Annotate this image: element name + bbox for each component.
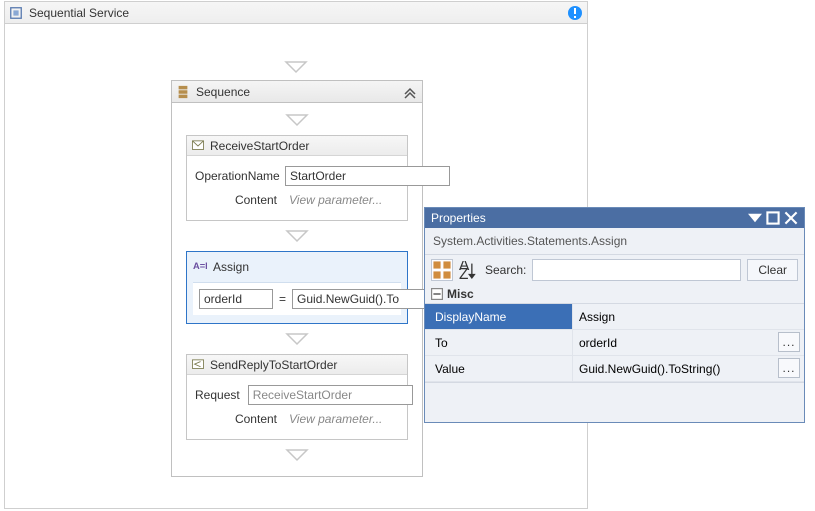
collapse-icon[interactable] [402, 84, 418, 100]
prop-row-to[interactable]: To orderId ... [425, 330, 804, 356]
operationname-input[interactable] [285, 166, 450, 186]
content-label: Content [195, 412, 285, 426]
sequential-service-title: Sequential Service [29, 6, 567, 20]
assign-to-input[interactable] [199, 289, 273, 309]
prop-row-value[interactable]: Value Guid.NewGuid().ToString() ... [425, 356, 804, 382]
sequence-activity[interactable]: Sequence ReceiveStartOrder [171, 80, 423, 477]
categorized-button[interactable] [431, 259, 453, 281]
assign-activity[interactable]: A=B Assign = [186, 251, 408, 324]
validation-warning-icon[interactable] [567, 5, 583, 21]
drop-indicator [182, 332, 412, 346]
search-input[interactable] [532, 259, 741, 281]
view-parameter-link[interactable]: View parameter... [285, 190, 399, 210]
search-label: Search: [485, 263, 526, 277]
category-row-misc[interactable]: Misc [425, 285, 804, 303]
operationname-label: OperationName [195, 169, 285, 183]
content-label: Content [195, 193, 285, 207]
prop-value[interactable]: Guid.NewGuid().ToString() [579, 362, 720, 376]
category-label: Misc [447, 287, 474, 301]
properties-grid: DisplayName Assign To orderId ... Value … [425, 303, 804, 382]
assign-icon: A=B [193, 261, 207, 273]
drop-indicator [182, 229, 412, 243]
envelope-icon [192, 140, 204, 152]
assign-title: Assign [213, 260, 249, 274]
drop-indicator [182, 448, 412, 462]
assign-equals: = [279, 292, 286, 306]
properties-title-bar[interactable]: Properties [425, 208, 804, 228]
sendreply-header[interactable]: SendReplyToStartOrder [187, 355, 407, 375]
receive-activity[interactable]: ReceiveStartOrder OperationName Content … [186, 135, 408, 221]
ellipsis-button[interactable]: ... [778, 332, 800, 352]
alphabetical-button[interactable]: AZ [459, 259, 477, 281]
reply-icon [192, 359, 204, 371]
service-icon [9, 6, 23, 20]
prop-label: DisplayName [425, 304, 573, 329]
sequence-icon [176, 85, 190, 99]
prop-label: To [425, 330, 573, 355]
prop-label: Value [425, 356, 573, 381]
assign-header[interactable]: A=B Assign [193, 258, 401, 276]
sendreply-activity[interactable]: SendReplyToStartOrder Request Content Vi… [186, 354, 408, 440]
drop-indicator [5, 60, 587, 74]
prop-value[interactable]: orderId [579, 336, 617, 350]
window-close-icon[interactable] [784, 211, 798, 225]
view-parameter-link[interactable]: View parameter... [285, 409, 399, 429]
svg-text:A=B: A=B [193, 261, 207, 270]
properties-subtitle: System.Activities.Statements.Assign [425, 228, 804, 255]
sequential-service-header[interactable]: Sequential Service [5, 2, 587, 24]
sequence-header[interactable]: Sequence [172, 81, 422, 103]
properties-title: Properties [431, 211, 744, 225]
properties-footer [425, 382, 804, 422]
prop-value[interactable]: Assign [579, 310, 615, 324]
clear-button[interactable]: Clear [747, 259, 798, 281]
svg-text:Z: Z [459, 266, 468, 279]
request-input[interactable] [248, 385, 413, 405]
ellipsis-button[interactable]: ... [778, 358, 800, 378]
properties-toolbar: AZ Search: Clear [425, 255, 804, 285]
receive-header[interactable]: ReceiveStartOrder [187, 136, 407, 156]
properties-panel[interactable]: Properties System.Activities.Statements.… [424, 207, 805, 423]
request-label: Request [195, 388, 248, 402]
sequence-title: Sequence [196, 85, 402, 99]
sendreply-title: SendReplyToStartOrder [210, 358, 337, 372]
drop-indicator [182, 113, 412, 127]
window-maximize-icon[interactable] [766, 211, 780, 225]
collapse-category-icon[interactable] [431, 288, 443, 300]
receive-title: ReceiveStartOrder [210, 139, 309, 153]
window-dropdown-icon[interactable] [748, 211, 762, 225]
prop-row-displayname[interactable]: DisplayName Assign [425, 304, 804, 330]
